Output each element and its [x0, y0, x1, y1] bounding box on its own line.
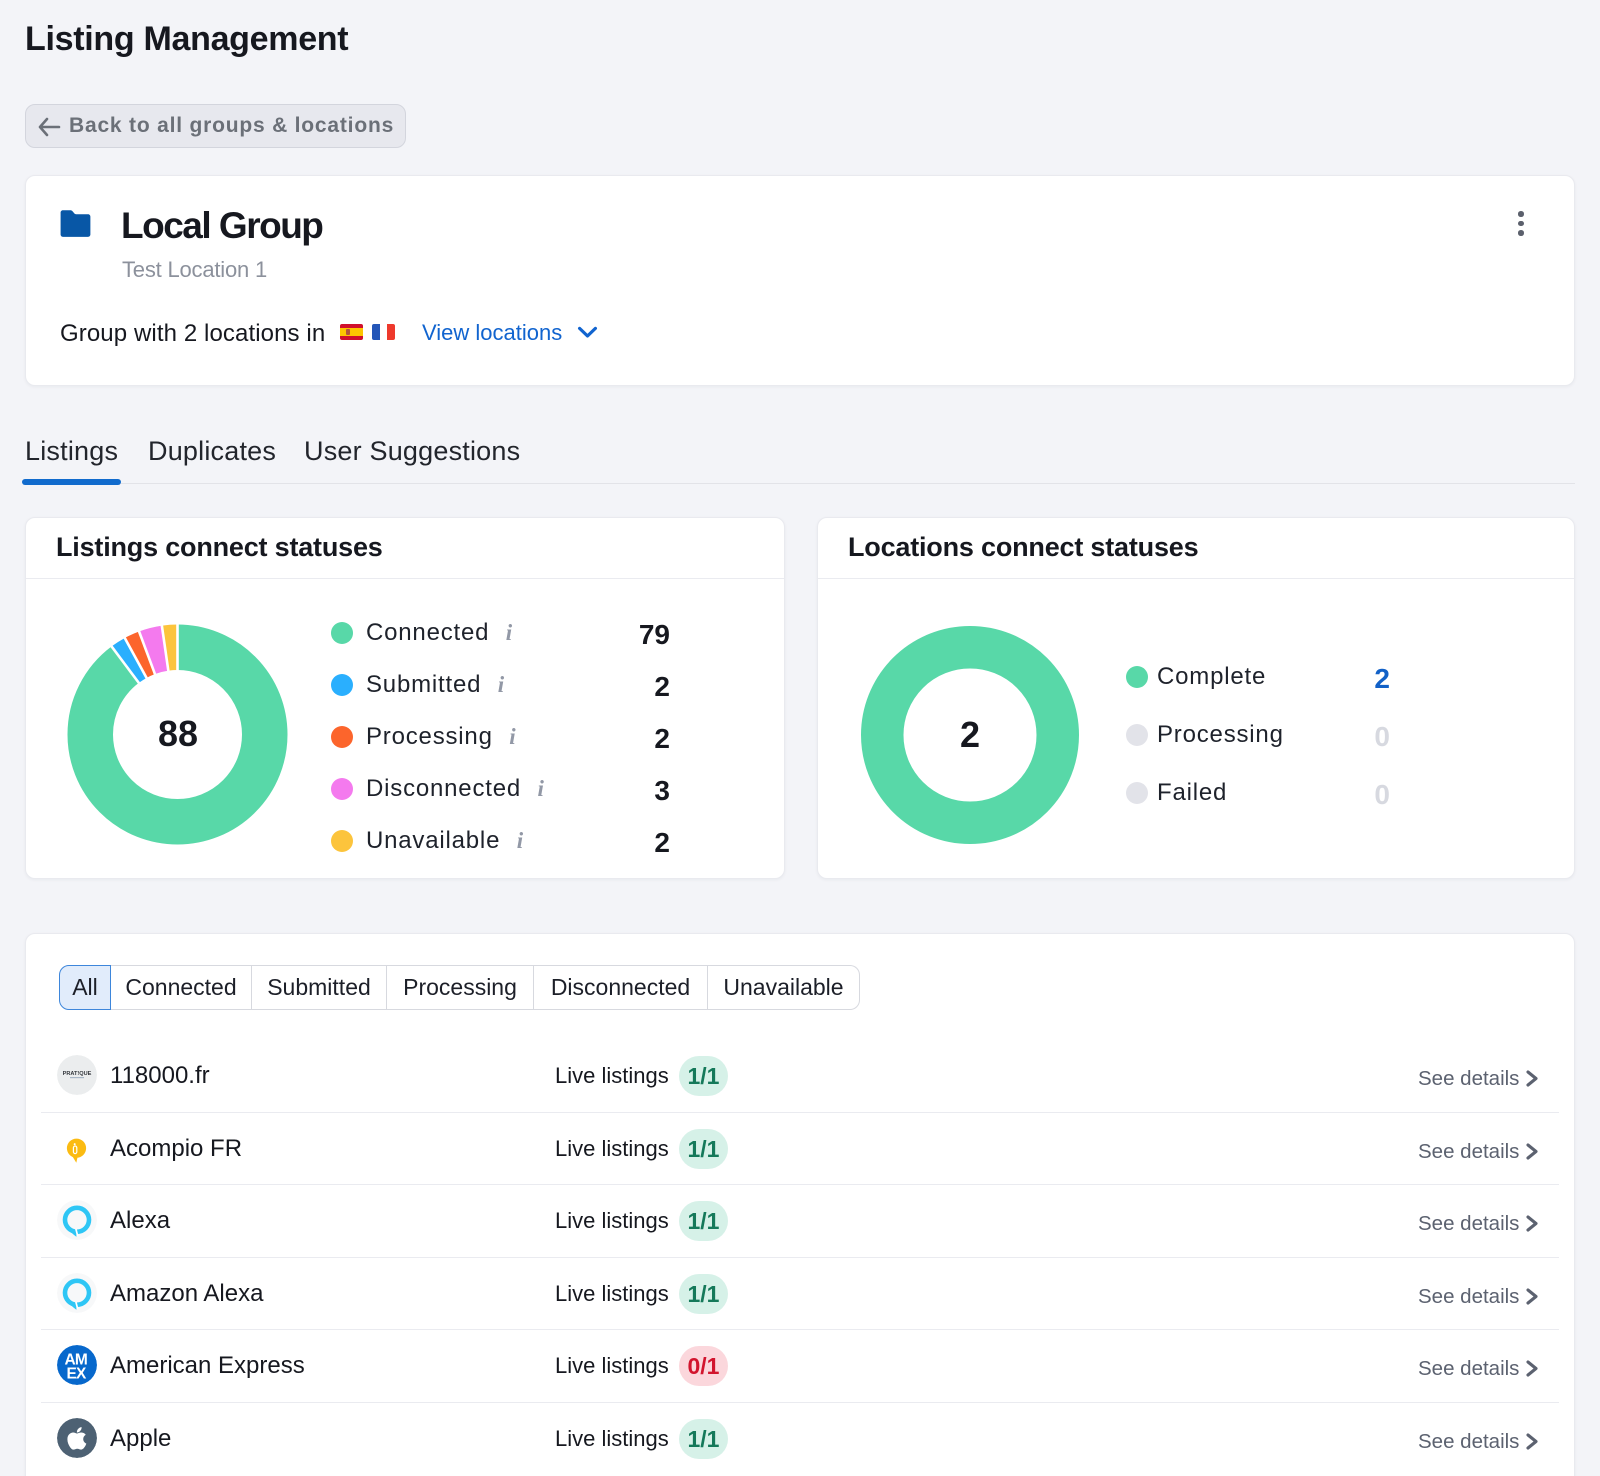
svg-text:EX: EX: [67, 1366, 88, 1383]
svg-text:PRAT!QUE: PRAT!QUE: [63, 1071, 92, 1077]
